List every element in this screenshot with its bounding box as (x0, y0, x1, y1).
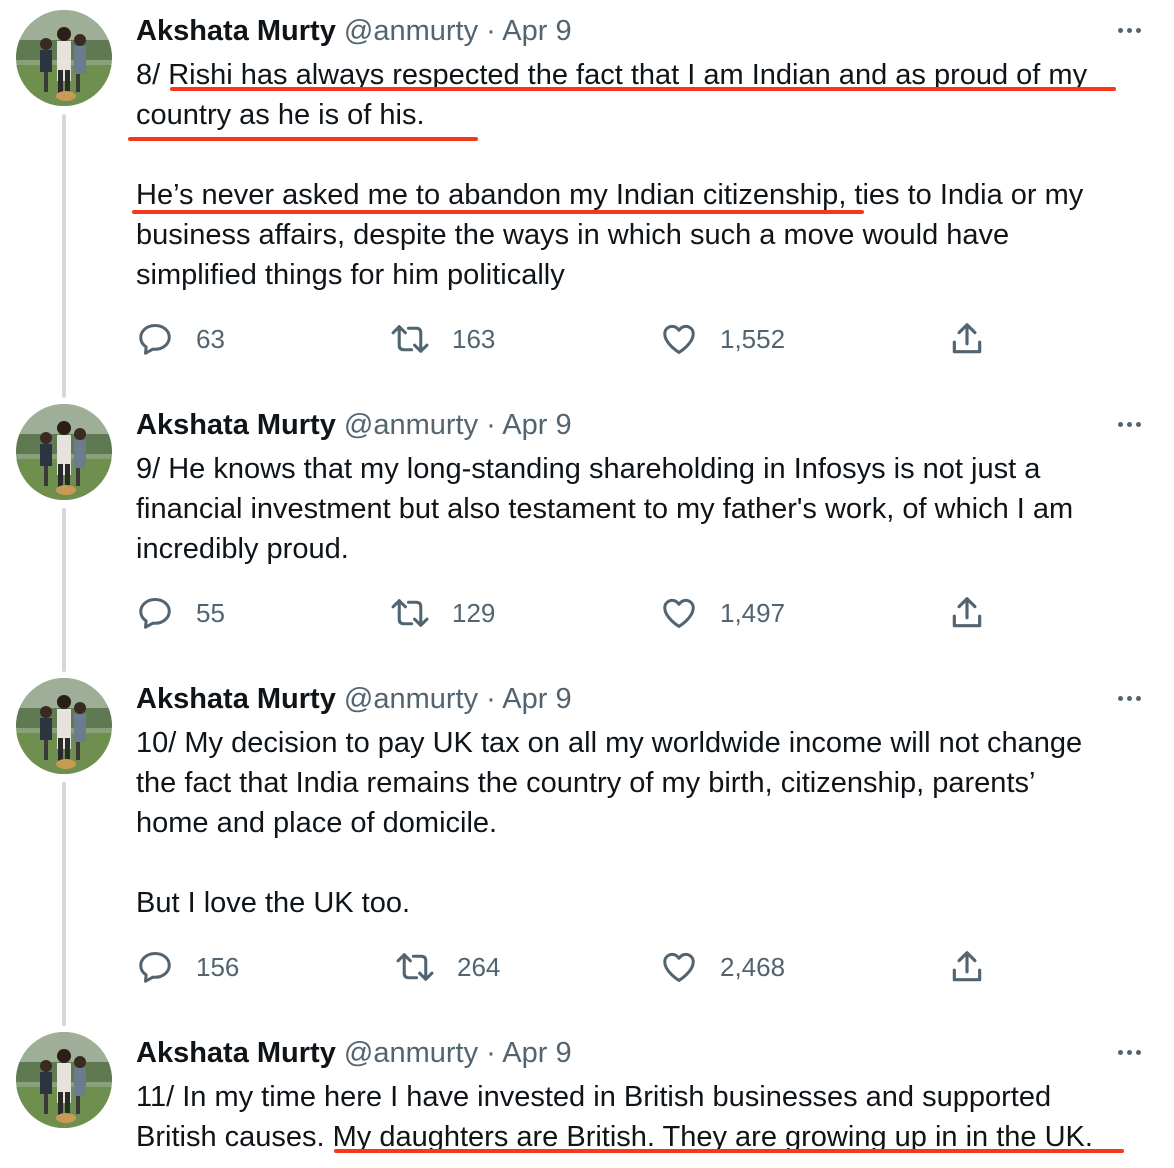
ellipsis-icon (1117, 421, 1123, 427)
tweet-header: Akshata Murty @anmurty · Apr 9 (136, 408, 572, 442)
tweet-text-line: home and place of domicile. (136, 807, 498, 839)
retweet-button[interactable]: 264 (395, 948, 500, 986)
tweet-header: Akshata Murty @anmurty · Apr 9 (136, 682, 572, 716)
tweet-text-line: He’s never asked me to abandon my Indian… (136, 179, 1084, 211)
handle-and-date[interactable]: @anmurty · Apr 9 (344, 683, 572, 715)
handle-and-date[interactable]: @anmurty · Apr 9 (344, 1037, 572, 1069)
retweet-arrows-icon (391, 599, 429, 627)
share-button[interactable] (948, 320, 986, 358)
tweet-text-line: financial investment but also testament … (136, 493, 1074, 525)
tweet[interactable]: Akshata Murty @anmurty · Apr 9 10/ My de… (0, 668, 1174, 1022)
like-count: 1,552 (720, 323, 786, 354)
reply-count: 55 (196, 597, 225, 628)
ellipsis-icon (1117, 27, 1123, 33)
heart-outline-icon (663, 952, 695, 982)
handle-and-date[interactable]: @anmurty · Apr 9 (344, 409, 572, 441)
retweet-button[interactable]: 163 (390, 320, 495, 358)
more-options-button[interactable] (1113, 414, 1145, 434)
tweet-header: Akshata Murty @anmurty · Apr 9 (136, 1036, 572, 1070)
like-count: 2,468 (720, 951, 786, 982)
avatar[interactable] (16, 1032, 112, 1128)
retweet-button[interactable]: 129 (390, 594, 495, 632)
ellipsis-icon (1117, 695, 1123, 701)
tweet-text-paragraph: He’s never asked me to abandon my Indian… (136, 175, 1083, 295)
like-button[interactable]: 2,468 (660, 948, 785, 986)
heart-outline-icon (663, 598, 695, 628)
annotation-underline (334, 1149, 1124, 1153)
annotation-underline (132, 210, 864, 214)
tweet-text-line: country as he is of his. (136, 99, 425, 131)
retweet-arrows-icon (396, 953, 434, 981)
tweet-text-paragraph: 9/ He knows that my long-standing shareh… (136, 449, 1073, 569)
author-name[interactable]: Akshata Murty (136, 409, 336, 441)
profile-photo (16, 678, 112, 774)
reply-button[interactable]: 55 (136, 594, 225, 632)
heart-outline-icon (663, 324, 695, 354)
speech-bubble-icon (139, 324, 171, 355)
author-name[interactable]: Akshata Murty (136, 683, 336, 715)
profile-photo (16, 1032, 112, 1128)
share-button[interactable] (948, 594, 986, 632)
author-name[interactable]: Akshata Murty (136, 15, 336, 47)
reply-count: 156 (196, 951, 240, 982)
tweet-text-line: incredibly proud. (136, 533, 349, 565)
ellipsis-icon (1117, 1049, 1123, 1055)
profile-photo (16, 404, 112, 500)
tweet-text-paragraph: But I love the UK too. (136, 883, 410, 923)
tweet[interactable]: Akshata Murty @anmurty · Apr 9 11/ In my… (0, 1022, 1174, 1168)
retweet-count: 163 (452, 323, 496, 354)
avatar[interactable] (16, 678, 112, 774)
share-upload-icon (952, 323, 982, 354)
reply-count: 63 (196, 323, 225, 354)
tweet-text-paragraph: 11/ In my time here I have invested in B… (136, 1077, 1093, 1157)
retweet-count: 129 (452, 597, 496, 628)
more-options-button[interactable] (1113, 20, 1145, 40)
tweet-text-line: But I love the UK too. (136, 887, 411, 919)
reply-button[interactable]: 63 (136, 320, 225, 358)
tweet-text-line: business affairs, despite the ways in wh… (136, 219, 1010, 251)
profile-photo (16, 10, 112, 106)
tweet-text-line: 11/ In my time here I have invested in B… (136, 1081, 1052, 1113)
avatar[interactable] (16, 404, 112, 500)
tweet-text-line: simplified things for him politically (136, 259, 565, 291)
handle-and-date[interactable]: @anmurty · Apr 9 (344, 15, 572, 47)
more-options-button[interactable] (1113, 1042, 1145, 1062)
tweet-text-line: 9/ He knows that my long-standing shareh… (136, 453, 1041, 485)
like-button[interactable]: 1,497 (660, 594, 785, 632)
tweet[interactable]: Akshata Murty @anmurty · Apr 9 9/ He kno… (0, 394, 1174, 668)
retweet-arrows-icon (391, 325, 429, 353)
tweet-text-line: 10/ My decision to pay UK tax on all my … (136, 727, 1083, 759)
author-name[interactable]: Akshata Murty (136, 1037, 336, 1069)
share-button[interactable] (948, 948, 986, 986)
speech-bubble-icon (139, 598, 171, 629)
reply-button[interactable]: 156 (136, 948, 239, 986)
tweet[interactable]: Akshata Murty @anmurty · Apr 9 8/ Rishi … (0, 0, 1174, 394)
like-button[interactable]: 1,552 (660, 320, 785, 358)
tweet-header: Akshata Murty @anmurty · Apr 9 (136, 14, 572, 48)
share-upload-icon (952, 597, 982, 628)
more-options-button[interactable] (1113, 688, 1145, 708)
annotation-underline (170, 87, 1116, 91)
share-upload-icon (952, 951, 982, 982)
like-count: 1,497 (720, 597, 786, 628)
tweet-text-line: the fact that India remains the country … (136, 767, 1036, 799)
tweet-text-paragraph: 8/ Rishi has always respected the fact t… (136, 55, 1087, 135)
speech-bubble-icon (139, 952, 171, 983)
retweet-count: 264 (457, 951, 501, 982)
tweet-text-paragraph: 10/ My decision to pay UK tax on all my … (136, 723, 1082, 843)
avatar[interactable] (16, 10, 112, 106)
annotation-underline (128, 137, 478, 141)
